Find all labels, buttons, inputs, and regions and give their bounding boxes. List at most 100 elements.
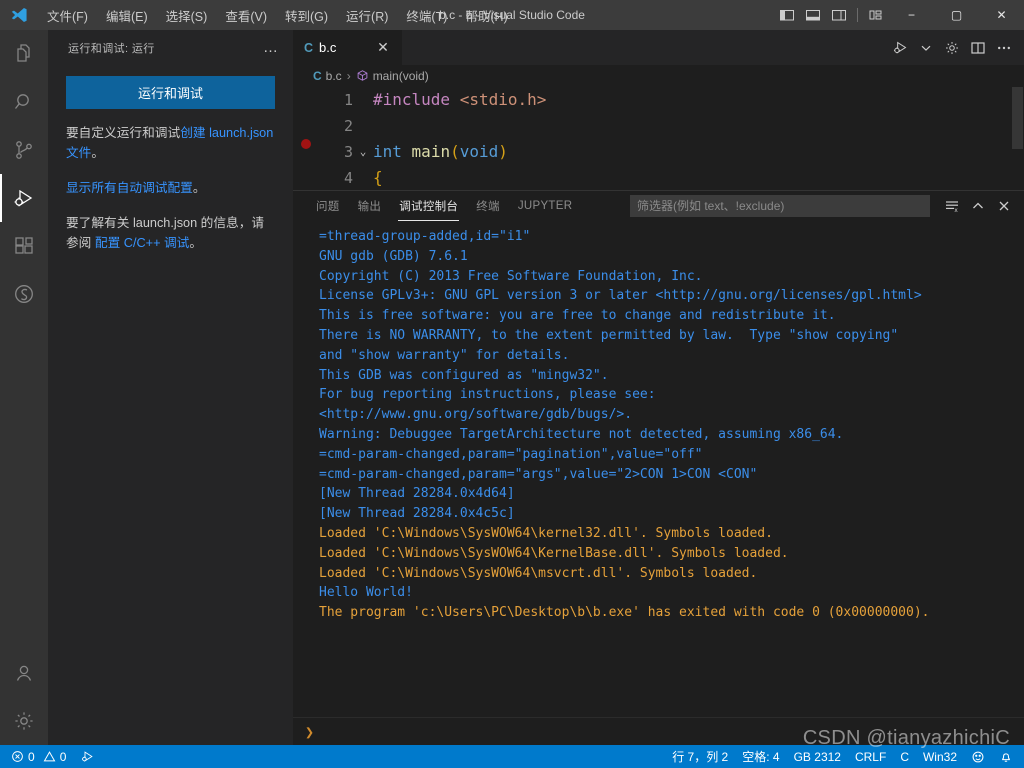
status-language-mode[interactable]: C (893, 745, 916, 768)
smiley-feedback-icon[interactable] (964, 745, 992, 768)
run-debug-status-icon[interactable] (73, 745, 102, 768)
split-editor-icon[interactable] (966, 34, 990, 62)
panel-tab-problems[interactable]: 问题 (307, 191, 349, 221)
status-encoding[interactable]: GB 2312 (787, 745, 848, 768)
editor-tab-b-c[interactable]: C b.c ✕ (293, 30, 403, 65)
panel-tab-terminal[interactable]: 终端 (467, 191, 509, 221)
filter-input[interactable] (630, 195, 930, 217)
c-file-icon: C (313, 69, 322, 83)
extensions-icon[interactable] (0, 222, 48, 270)
collapse-panel-icon[interactable] (966, 194, 990, 218)
gear-icon[interactable] (940, 34, 964, 62)
explorer-icon[interactable] (0, 30, 48, 78)
window-close-button[interactable]: ✕ (979, 0, 1024, 30)
fold-chevron-icon[interactable]: ⌄ (353, 139, 373, 165)
toggle-primary-sidebar-icon[interactable] (774, 0, 800, 30)
console-line: [New Thread 28284.0x4c5c] (319, 506, 515, 522)
line-number: 3 (343, 143, 353, 161)
panel-tab-jupyter[interactable]: JUPYTER (509, 191, 582, 221)
toggle-secondary-sidebar-icon[interactable] (826, 0, 852, 30)
menu-run[interactable]: 运行(R) (337, 2, 397, 29)
panel-tab-debug-console[interactable]: 调试控制台 (390, 191, 467, 221)
menu-terminal[interactable]: 终端(T) (397, 2, 456, 29)
close-tab-icon[interactable]: ✕ (374, 39, 392, 56)
line-number: 1 (343, 91, 353, 109)
status-eol[interactable]: CRLF (848, 745, 893, 768)
window-minimize-button[interactable]: − (889, 0, 934, 30)
activity-bar (0, 30, 48, 745)
manage-gear-icon[interactable] (0, 697, 48, 745)
error-count: 0 (28, 749, 35, 764)
debug-console-output[interactable]: =thread-group-added,id="i1" GNU gdb (GDB)… (293, 221, 1024, 717)
console-line: =cmd-param-changed,param="args",value="2… (319, 466, 758, 482)
status-platform[interactable]: Win32 (916, 745, 964, 768)
editor-scrollbar-thumb[interactable] (1012, 87, 1023, 149)
run-or-debug-icon[interactable] (888, 34, 912, 62)
status-problems[interactable]: 0 0 (4, 745, 73, 768)
configure-cpp-debug-link[interactable]: 配置 C/C++ 调试 (95, 236, 189, 250)
code-text: { (373, 168, 383, 187)
window-maximize-button[interactable]: ▢ (934, 0, 979, 30)
console-line: Loaded 'C:\Windows\SysWOW64\KernelBase.d… (319, 545, 789, 561)
notifications-bell-icon[interactable] (992, 745, 1020, 768)
menu-selection[interactable]: 选择(S) (157, 2, 217, 29)
breakpoint-icon[interactable] (301, 139, 311, 149)
menu-help[interactable]: 帮助(H) (456, 2, 516, 29)
settings-sync-icon[interactable] (0, 270, 48, 318)
panel-tab-output[interactable]: 输出 (349, 191, 391, 221)
vscode-logo-icon (0, 6, 38, 24)
toggle-panel-icon[interactable] (800, 0, 826, 30)
console-line: Loaded 'C:\Windows\SysWOW64\kernel32.dll… (319, 525, 773, 541)
console-line: Warning: Debuggee TargetArchitecture not… (319, 426, 844, 442)
menu-view[interactable]: 查看(V) (216, 2, 276, 29)
console-line: For bug reporting instructions, please s… (319, 387, 656, 403)
console-line: =cmd-param-changed,param="pagination",va… (319, 446, 703, 462)
breadcrumb: C b.c › main(void) (293, 65, 1024, 87)
console-line: There is NO WARRANTY, to the extent perm… (319, 327, 899, 343)
status-cursor-position[interactable]: 行 7，列 2 (665, 745, 735, 768)
create-launch-json-paragraph: 要自定义运行和调试创建 launch.json 文件。 (66, 123, 275, 163)
editor-group: C b.c ✕ C b.c › main(void) 1 #include <s… (293, 30, 1024, 745)
console-line: Loaded 'C:\Windows\SysWOW64\msvcrt.dll'.… (319, 565, 758, 581)
sidebar-content: 运行和调试 要自定义运行和调试创建 launch.json 文件。 显示所有自动… (48, 65, 293, 268)
source-control-icon[interactable] (0, 126, 48, 174)
chevron-down-icon[interactable] (914, 34, 938, 62)
more-actions-icon[interactable] (992, 34, 1016, 62)
code-text: #include <stdio.h> (373, 90, 547, 109)
sidebar-title: 运行和调试: 运行 (68, 42, 155, 55)
code-line: 1 #include <stdio.h> (293, 87, 1024, 113)
close-panel-icon[interactable] (992, 194, 1016, 218)
customize-layout-icon[interactable] (863, 0, 889, 30)
menu-go[interactable]: 转到(G) (276, 2, 337, 29)
status-bar-right: 行 7，列 2 空格: 4 GB 2312 CRLF C Win32 (665, 745, 1020, 768)
breakpoint-dot[interactable] (293, 139, 319, 149)
menu-edit[interactable]: 编辑(E) (97, 2, 157, 29)
menu-bar: 文件(F) 编辑(E) 选择(S) 查看(V) 转到(G) 运行(R) 终端(T… (38, 2, 517, 29)
editor-actions (888, 30, 1024, 65)
panel-tab-bar: 问题 输出 调试控制台 终端 JUPYTER x (293, 191, 1024, 221)
warning-count: 0 (59, 749, 67, 764)
code-line: 3 ⌄ int main(void) (293, 139, 1024, 165)
clear-console-icon[interactable]: x (940, 194, 964, 218)
code-editor[interactable]: 1 #include <stdio.h> 2 3 ⌄ int main(void) 4{ (293, 87, 1024, 190)
editor-tab-label: b.c (319, 40, 337, 55)
symbol-method-icon (356, 69, 369, 83)
show-all-configs-text-post: 。 (192, 181, 206, 195)
workbench: 运行和调试: 运行 … 运行和调试 要自定义运行和调试创建 launch.jso… (0, 30, 1024, 745)
accounts-icon[interactable] (0, 649, 48, 697)
title-separator (857, 8, 858, 22)
prompt-chevron-icon: ❯ (305, 722, 315, 741)
run-and-debug-icon[interactable] (0, 174, 48, 222)
vscode-window: 文件(F) 编辑(E) 选择(S) 查看(V) 转到(G) 运行(R) 终端(T… (0, 0, 1024, 768)
breadcrumb-file[interactable]: b.c (326, 69, 342, 83)
title-bar-actions: − ▢ ✕ (774, 0, 1024, 30)
status-indentation[interactable]: 空格: 4 (735, 745, 786, 768)
search-icon[interactable] (0, 78, 48, 126)
breadcrumb-symbol[interactable]: main(void) (373, 69, 429, 83)
run-and-debug-button[interactable]: 运行和调试 (66, 76, 275, 109)
sidebar-more-actions-icon[interactable]: … (255, 39, 287, 56)
show-all-automatic-debug-configs-link[interactable]: 显示所有自动调试配置 (66, 181, 193, 195)
debug-console-input-row[interactable]: ❯ (293, 717, 1024, 745)
menu-file[interactable]: 文件(F) (38, 2, 97, 29)
code-line: 4{ (293, 165, 1024, 190)
